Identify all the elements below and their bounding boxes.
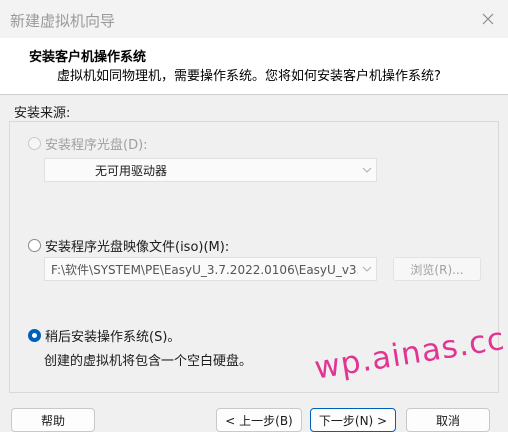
browse-button[interactable]: 浏览(R)... <box>393 257 481 281</box>
radio-option-later[interactable]: 稍后安装操作系统(S)。 <box>28 326 180 345</box>
install-source-label: 安装来源: <box>14 106 71 121</box>
wizard-header: 安装客户机操作系统 虚拟机如同物理机，需要操作系统。您将如何安装客户机操作系统? <box>0 38 508 94</box>
window-title: 新建虚拟机向导 <box>10 12 116 30</box>
cancel-button[interactable]: 取消 <box>406 408 490 432</box>
title-bar: 新建虚拟机向导 <box>0 0 508 38</box>
page-title: 安装客户机操作系统 <box>29 50 147 65</box>
radio-label-disc: 安装程序光盘(D): <box>45 138 148 153</box>
iso-path-value: F:\软件\SYSTEM\PE\EasyU_3.7.2022.0106\Easy… <box>51 262 358 277</box>
iso-path-select[interactable]: F:\软件\SYSTEM\PE\EasyU_3.7.2022.0106\Easy… <box>44 257 377 281</box>
radio-option-iso[interactable]: 安装程序光盘映像文件(iso)(M): <box>28 236 229 255</box>
chevron-down-icon <box>358 159 376 181</box>
install-later-description: 创建的虚拟机将包含一个空白硬盘。 <box>44 354 253 369</box>
close-button[interactable] <box>474 6 502 32</box>
back-button[interactable]: < 上一步(B) <box>216 408 302 432</box>
next-button[interactable]: 下一步(N) > <box>310 408 396 432</box>
help-button[interactable]: 帮助 <box>11 408 95 432</box>
radio-option-disc[interactable]: 安装程序光盘(D): <box>28 134 148 153</box>
radio-label-later: 稍后安装操作系统(S)。 <box>45 330 181 345</box>
header-divider <box>0 94 508 95</box>
radio-button-later[interactable] <box>28 329 41 342</box>
disc-drive-select-value: 无可用驱动器 <box>95 163 168 178</box>
chevron-down-icon <box>358 258 376 280</box>
radio-label-iso: 安装程序光盘映像文件(iso)(M): <box>45 240 230 255</box>
radio-button-disc[interactable] <box>28 137 41 150</box>
new-vm-wizard-window: 新建虚拟机向导 安装客户机操作系统 虚拟机如同物理机，需要操作系统。您将如何安装… <box>0 0 508 432</box>
page-subtitle: 虚拟机如同物理机，需要操作系统。您将如何安装客户机操作系统? <box>57 69 441 84</box>
disc-drive-select[interactable]: 无可用驱动器 <box>44 158 377 182</box>
radio-button-iso[interactable] <box>28 239 41 252</box>
close-icon <box>482 13 494 25</box>
